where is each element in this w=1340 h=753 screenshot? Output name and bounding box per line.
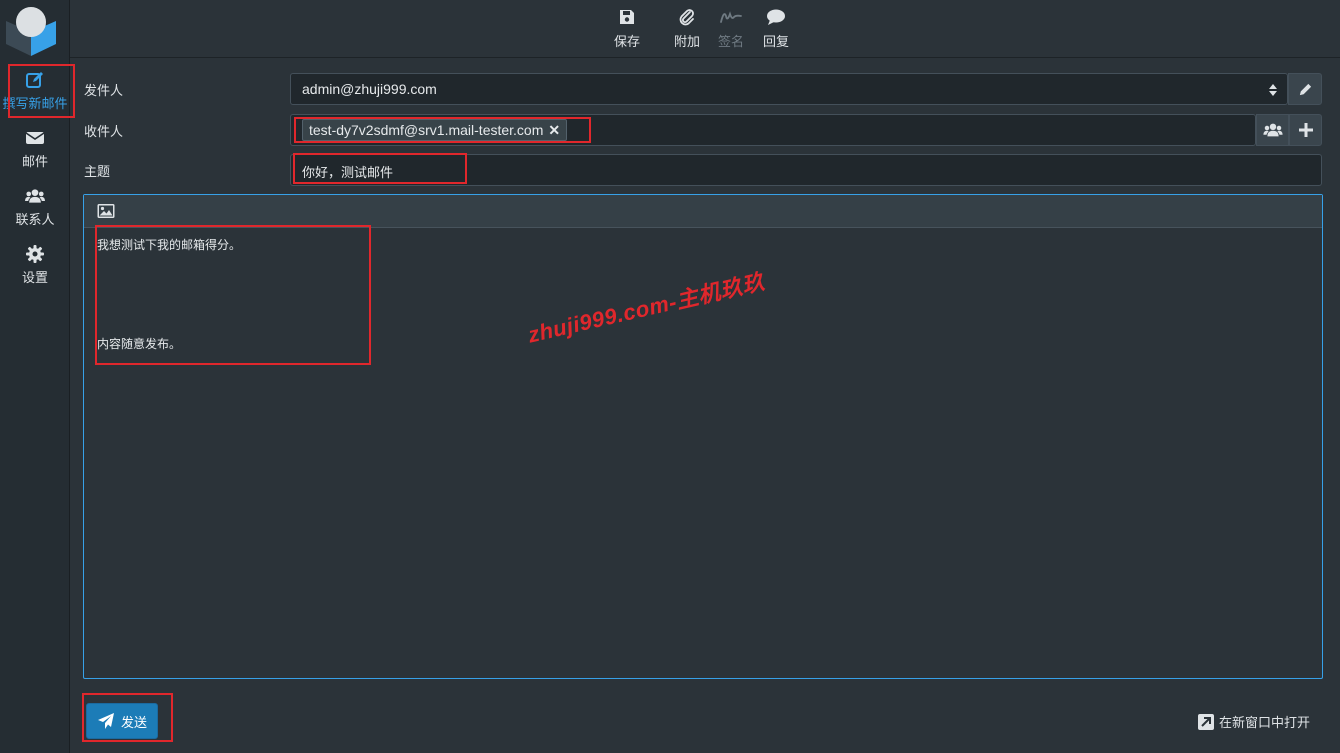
from-select[interactable]: admin@zhuji999.com <box>290 73 1288 105</box>
from-value: admin@zhuji999.com <box>302 81 437 97</box>
open-in-new-window-link[interactable]: 在新窗口中打开 <box>1197 712 1310 731</box>
body-text-line: 内容随意发布。 <box>97 337 182 351</box>
users-icon <box>25 189 45 203</box>
external-link-icon <box>1197 713 1214 730</box>
compose-icon <box>26 72 43 88</box>
sort-caret-icon <box>1269 84 1277 96</box>
send-button[interactable]: 发送 <box>86 703 158 739</box>
to-input[interactable]: test-dy7v2sdmf@srv1.mail-tester.com ✕ <box>290 114 1256 146</box>
logo-icon <box>6 7 56 56</box>
gear-icon <box>26 245 44 263</box>
send-label: 发送 <box>120 715 147 731</box>
subject-value: 你好，测试邮件 <box>302 166 394 181</box>
users-icon <box>1262 123 1283 137</box>
body-text-line: 我想测试下我的邮箱得分。 <box>97 238 242 252</box>
signature-label: 签名 <box>718 35 745 50</box>
select-contacts-button[interactable] <box>1256 114 1289 146</box>
sidebar-item-compose[interactable]: 撰写新邮件 <box>0 64 70 116</box>
remove-recipient-icon[interactable]: ✕ <box>548 122 560 139</box>
speech-bubble-icon <box>767 9 785 25</box>
reply-button[interactable]: 回复 <box>763 8 789 54</box>
plus-icon <box>1298 123 1313 137</box>
sidebar-item-label: 联系人 <box>15 213 55 228</box>
attach-button[interactable]: 附加 <box>674 8 700 54</box>
edit-identity-button[interactable] <box>1288 73 1322 105</box>
editor-toolbar <box>84 195 1322 228</box>
sidebar-item-label: 设置 <box>21 271 48 286</box>
paperclip-icon <box>679 9 694 26</box>
image-icon[interactable] <box>97 203 115 219</box>
recipient-chip: test-dy7v2sdmf@srv1.mail-tester.com ✕ <box>302 119 568 141</box>
envelope-icon <box>25 132 45 144</box>
sidebar-item-label: 邮件 <box>21 155 48 170</box>
save-label: 保存 <box>614 35 641 50</box>
sidebar-item-label: 撰写新邮件 <box>2 97 68 112</box>
sidebar-item-contacts[interactable]: 联系人 <box>0 180 70 232</box>
to-label: 收件人 <box>84 125 124 140</box>
recipient-address: test-dy7v2sdmf@srv1.mail-tester.com <box>309 122 544 138</box>
save-button[interactable]: 保存 <box>614 8 640 54</box>
from-label: 发件人 <box>84 84 124 99</box>
signature-icon <box>720 11 742 23</box>
attach-label: 附加 <box>674 35 701 50</box>
open-new-label: 在新窗口中打开 <box>1218 716 1310 731</box>
sidebar-item-settings[interactable]: 设置 <box>0 238 70 290</box>
subject-label: 主题 <box>84 165 111 180</box>
sidebar-item-mail[interactable]: 邮件 <box>0 122 70 174</box>
message-editor[interactable]: 我想测试下我的邮箱得分。 内容随意发布。 <box>83 194 1323 679</box>
signature-button[interactable]: 签名 <box>718 8 744 54</box>
save-icon <box>620 10 634 24</box>
compose-toolbar: 保存 附加 签名 回复 <box>70 0 1340 58</box>
reply-label: 回复 <box>763 35 790 50</box>
add-header-button[interactable] <box>1289 114 1322 146</box>
sidebar: 撰写新邮件 邮件 联系人 设置 <box>0 0 70 753</box>
pencil-icon <box>1299 83 1311 95</box>
subject-input[interactable]: 你好，测试邮件 <box>290 154 1322 186</box>
paper-plane-icon <box>97 713 114 729</box>
